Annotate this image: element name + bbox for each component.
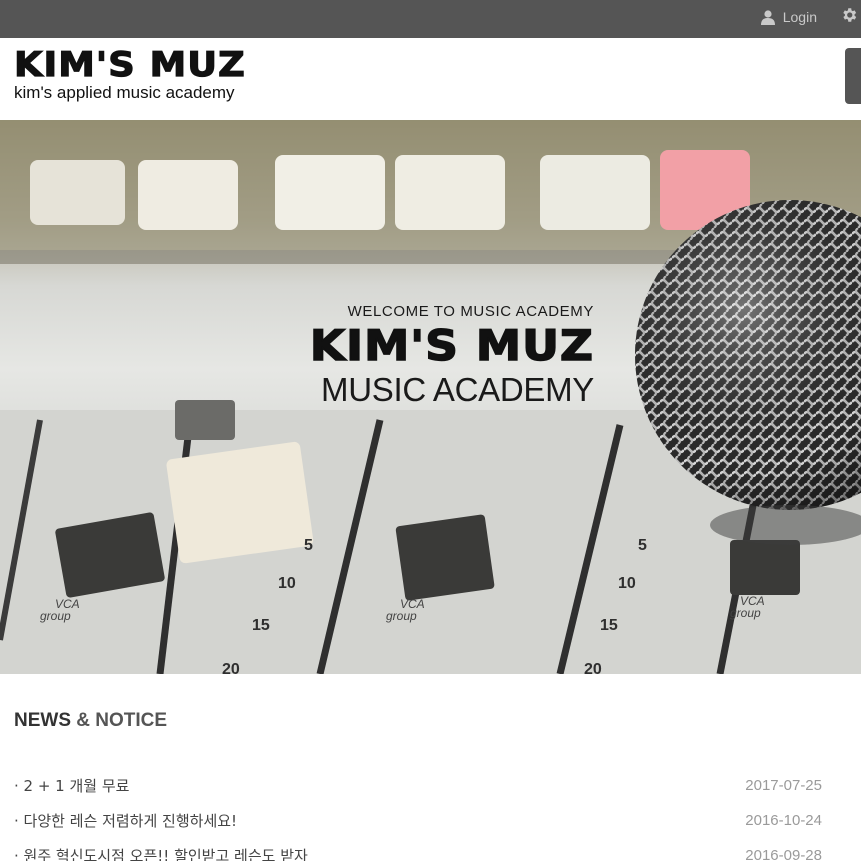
news-heading-bold: NEWS (14, 710, 71, 731)
site-header: KIM'S MUZ kim's applied music academy (0, 38, 861, 120)
news-item-title[interactable]: · 원주 혁신도시점 오픈!! 할인받고 레슨도 받자 (14, 845, 308, 861)
news-heading: NEWS & NOTICE (14, 710, 167, 732)
svg-text:5: 5 (304, 537, 313, 554)
news-item-title[interactable]: · 다양한 레슨 저렴하게 진행하세요! (14, 810, 237, 831)
news-item-date: 2017-07-25 (745, 777, 822, 794)
login-link[interactable]: Login (760, 8, 817, 26)
site-logo[interactable]: KIM'S MUZ kim's applied music academy (13, 45, 245, 102)
logo-subtitle: kim's applied music academy (14, 83, 235, 102)
news-item-date: 2016-10-24 (745, 812, 822, 829)
news-item[interactable]: · 원주 혁신도시점 오픈!! 할인받고 레슨도 받자 2016-09-28 (14, 838, 822, 861)
news-item[interactable]: · 2 + 1 개월 무료 2017-07-25 (14, 768, 822, 803)
svg-text:group: group (40, 609, 71, 623)
svg-text:10: 10 (278, 575, 296, 592)
news-list: · 2 + 1 개월 무료 2017-07-25 · 다양한 레슨 저렴하게 진… (14, 768, 822, 861)
hero-text-block: WELCOME TO MUSIC ACADEMY KIM'S MUZ MUSIC… (309, 303, 594, 408)
svg-text:15: 15 (252, 617, 270, 634)
news-item-date: 2016-09-28 (745, 847, 822, 861)
gear-icon[interactable] (840, 6, 858, 24)
svg-text:20: 20 (584, 661, 602, 674)
hero-banner: 5 10 15 20 5 10 15 20 VCA group VCA group … (0, 120, 861, 674)
hero-brand: KIM'S MUZ (309, 320, 594, 371)
logo-title: KIM'S MUZ (13, 45, 246, 85)
menu-toggle-button[interactable] (845, 48, 861, 104)
login-label: Login (782, 9, 817, 25)
hero-academy: MUSIC ACADEMY (321, 371, 594, 408)
svg-text:group: group (386, 609, 417, 623)
news-heading-rest: & NOTICE (76, 710, 168, 731)
svg-text:20: 20 (222, 661, 240, 674)
svg-text:group: group (730, 606, 761, 620)
svg-text:10: 10 (618, 575, 636, 592)
news-item[interactable]: · 다양한 레슨 저렴하게 진행하세요! 2016-10-24 (14, 803, 822, 838)
news-item-title[interactable]: · 2 + 1 개월 무료 (14, 775, 129, 796)
hero-welcome: WELCOME TO MUSIC ACADEMY (347, 303, 594, 320)
svg-text:15: 15 (600, 617, 618, 634)
user-icon (760, 9, 775, 25)
svg-text:5: 5 (638, 537, 647, 554)
top-bar: Login (0, 0, 861, 38)
